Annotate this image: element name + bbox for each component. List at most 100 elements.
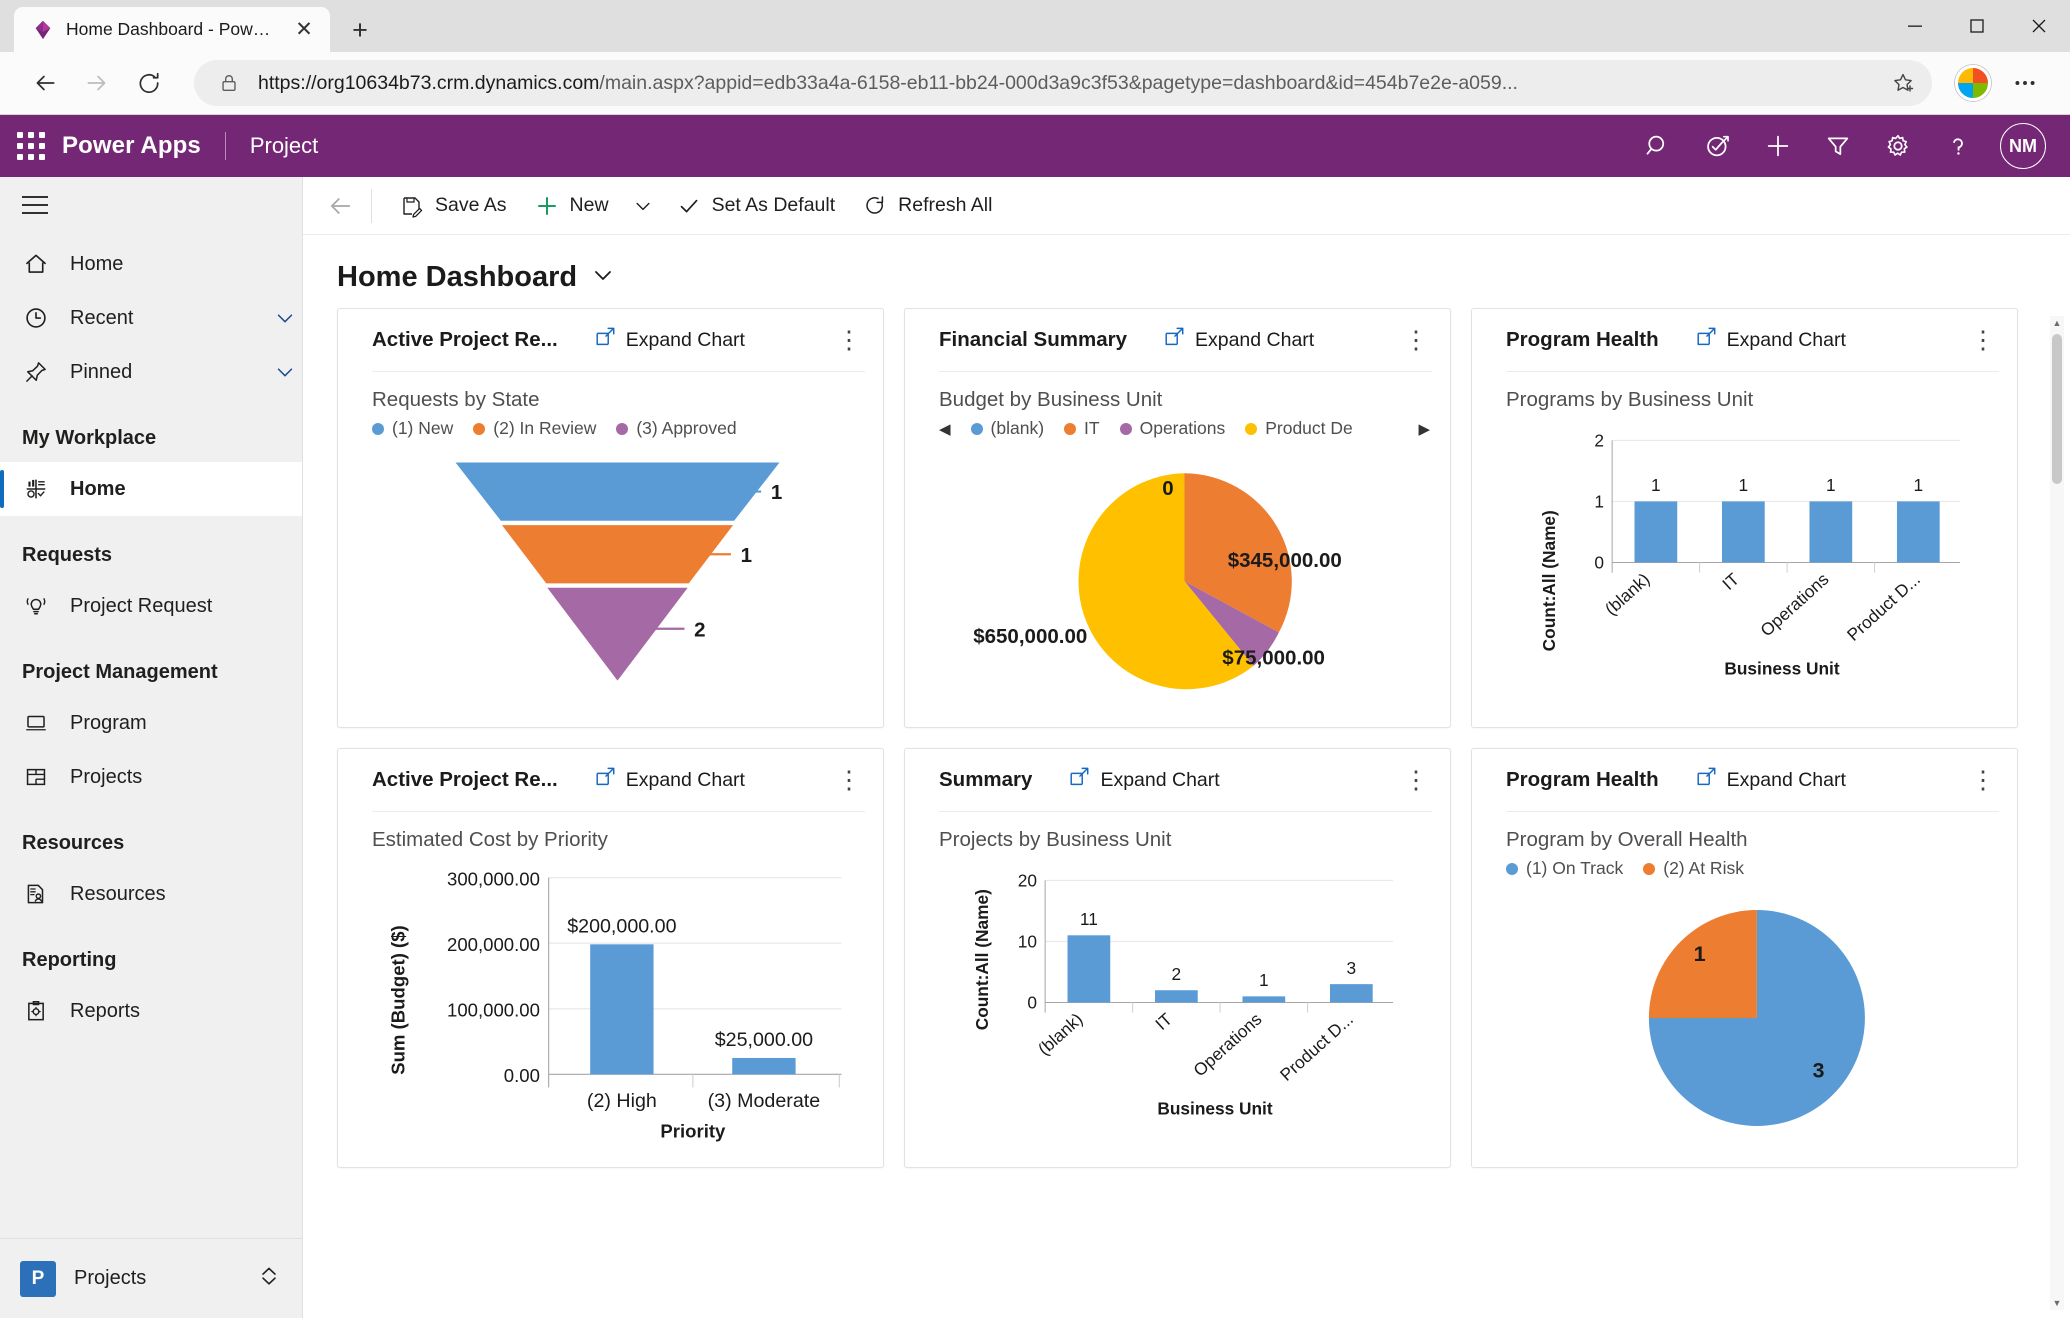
legend-item[interactable]: (1) New — [372, 418, 453, 439]
page-back-icon[interactable] — [317, 183, 363, 229]
app-name[interactable]: Project — [250, 133, 318, 159]
sitemap-toggle-icon[interactable] — [0, 177, 302, 233]
bar-chart-programs[interactable]: Count:All (Name) 2 1 0 1 1 1 1 (blank) I… — [1506, 418, 1997, 713]
sidebar-item-reports[interactable]: Reports — [0, 984, 302, 1038]
sidebar-item-home[interactable]: Home — [0, 462, 302, 516]
card-more-options-icon[interactable]: ⋮ — [1396, 758, 1436, 802]
sitemap-sidebar: Home Recent Pinned My Workplace Home Req… — [0, 177, 303, 1318]
legend-item[interactable]: (2) At Risk — [1643, 858, 1744, 879]
card-more-options-icon[interactable]: ⋮ — [829, 318, 869, 362]
chevron-down-icon[interactable] — [268, 307, 302, 329]
scroll-up-icon[interactable]: ▲ — [2050, 316, 2064, 330]
expand-chart-button[interactable]: Expand Chart — [1163, 326, 1314, 354]
brand-title[interactable]: Power Apps — [62, 132, 201, 160]
browser-profile-avatar[interactable] — [1950, 60, 1996, 106]
legend-item[interactable]: (2) In Review — [473, 418, 596, 439]
browser-tab[interactable]: Home Dashboard - Power Apps ✕ — [14, 7, 330, 52]
card-more-options-icon[interactable]: ⋮ — [1396, 318, 1436, 362]
area-switcher-icon[interactable] — [256, 1263, 282, 1294]
url-host: https://org10634b73.crm.dynamics.com — [258, 71, 600, 94]
legend-scroll-right-icon[interactable]: ▶ — [1418, 420, 1430, 438]
sidebar-item-projects[interactable]: Projects — [0, 750, 302, 804]
browser-window: Home Dashboard - Power Apps ✕ + — [0, 0, 2070, 1318]
scrollbar-thumb[interactable] — [2052, 334, 2062, 484]
set-as-default-button[interactable]: Set As Default — [663, 183, 850, 229]
legend-item[interactable]: (blank) — [970, 418, 1044, 439]
user-avatar[interactable]: NM — [2000, 123, 2046, 169]
pie-chart-budget[interactable]: 0 $345,000.00 $650,000.00 $75,000.00 — [939, 443, 1430, 713]
expand-chart-icon — [594, 326, 616, 354]
card-more-options-icon[interactable]: ⋮ — [1963, 758, 2003, 802]
area-label: Projects — [74, 1267, 147, 1289]
legend-scroll-left-icon[interactable]: ◀ — [939, 420, 951, 438]
expand-chart-button[interactable]: Expand Chart — [1695, 766, 1846, 794]
legend-item[interactable]: (1) On Track — [1506, 858, 1623, 879]
filter-icon[interactable] — [1810, 118, 1866, 174]
chart-card: Program Health Expand Chart ⋮ — [1471, 308, 2018, 728]
browser-forward-icon[interactable] — [74, 60, 120, 106]
expand-chart-icon — [1068, 766, 1090, 794]
sidebar-group-title: Requests — [22, 544, 113, 566]
search-icon[interactable] — [1630, 118, 1686, 174]
save-as-button[interactable]: Save As — [386, 183, 521, 229]
legend-item[interactable]: IT — [1064, 418, 1100, 439]
expand-chart-button[interactable]: Expand Chart — [1068, 766, 1220, 794]
expand-chart-button[interactable]: Expand Chart — [594, 326, 745, 354]
x-tick: (blank) — [1601, 569, 1654, 619]
app-launcher-icon[interactable] — [0, 115, 62, 177]
area-switcher[interactable]: P Projects — [0, 1238, 302, 1318]
legend-swatch — [616, 422, 629, 435]
new-dropdown-chevron-down-icon[interactable] — [623, 183, 663, 229]
browser-more-icon[interactable] — [2002, 60, 2048, 106]
expand-chart-icon — [1695, 766, 1717, 794]
quick-create-icon[interactable] — [1750, 118, 1806, 174]
help-icon[interactable] — [1930, 118, 1986, 174]
refresh-all-label: Refresh All — [898, 194, 993, 216]
funnel-chart[interactable]: 1 1 2 — [372, 443, 863, 713]
legend-item[interactable]: (3) Approved — [616, 418, 737, 439]
sidebar-item-resources[interactable]: Resources — [0, 867, 302, 921]
legend-item[interactable]: Operations — [1119, 418, 1225, 439]
refresh-all-button[interactable]: Refresh All — [849, 183, 1006, 229]
card-more-options-icon[interactable]: ⋮ — [829, 758, 869, 802]
scroll-down-icon[interactable]: ▼ — [2050, 1296, 2064, 1310]
y-tick: 1 — [1594, 492, 1604, 512]
url-path: /main.aspx?appid=edb33a4a-6158-eb11-bb24… — [599, 71, 1518, 94]
chart-title: Requests by State — [372, 388, 540, 411]
bar-chart-projects[interactable]: Count:All (Name) 20 10 0 11 2 1 3 (blank… — [939, 858, 1430, 1153]
bar-value-label: 1 — [1651, 475, 1661, 495]
x-tick: (2) High — [587, 1090, 657, 1112]
address-bar[interactable]: https://org10634b73.crm.dynamics.com/mai… — [194, 60, 1932, 106]
card-more-options-icon[interactable]: ⋮ — [1963, 318, 2003, 362]
settings-gear-icon[interactable] — [1870, 118, 1926, 174]
dashboard-selector-chevron-down-icon[interactable] — [591, 263, 615, 292]
bar-chart-estimated-cost[interactable]: Sum (Budget) ($) 300,000.00 200,000.00 1… — [372, 858, 863, 1153]
new-tab-icon[interactable]: + — [338, 8, 382, 52]
window-maximize-icon[interactable] — [1946, 4, 2008, 48]
legend-item[interactable]: Product De — [1245, 418, 1353, 439]
chevron-down-icon[interactable] — [268, 361, 302, 383]
close-tab-icon[interactable]: ✕ — [290, 16, 318, 44]
sidebar-item-recent[interactable]: Recent — [0, 291, 302, 345]
x-tick: Product D... — [1276, 1009, 1357, 1085]
sidebar-item-program[interactable]: Program — [0, 696, 302, 750]
browser-back-icon[interactable] — [22, 60, 68, 106]
window-close-icon[interactable] — [2008, 4, 2070, 48]
sidebar-item-project-request[interactable]: Project Request — [0, 579, 302, 633]
sidebar-item-home-quick[interactable]: Home — [0, 237, 302, 291]
expand-chart-button[interactable]: Expand Chart — [594, 766, 745, 794]
resources-icon — [22, 880, 50, 908]
dashboard-scrollbar[interactable]: ▲ ▼ — [2050, 316, 2064, 1310]
card-title: Active Project Re... — [372, 328, 558, 351]
expand-chart-button[interactable]: Expand Chart — [1695, 326, 1846, 354]
pie-chart-health[interactable]: 1 3 — [1506, 883, 1997, 1153]
assistant-icon[interactable] — [1690, 118, 1746, 174]
new-button[interactable]: New — [521, 183, 623, 229]
sidebar-item-pinned[interactable]: Pinned — [0, 345, 302, 399]
brand-divider — [224, 132, 226, 160]
add-favorite-icon[interactable] — [1888, 68, 1918, 98]
browser-reload-icon[interactable] — [126, 60, 172, 106]
card-title: Program Health — [1506, 768, 1659, 791]
window-minimize-icon[interactable] — [1884, 4, 1946, 48]
sidebar-item-label: Projects — [70, 765, 143, 788]
